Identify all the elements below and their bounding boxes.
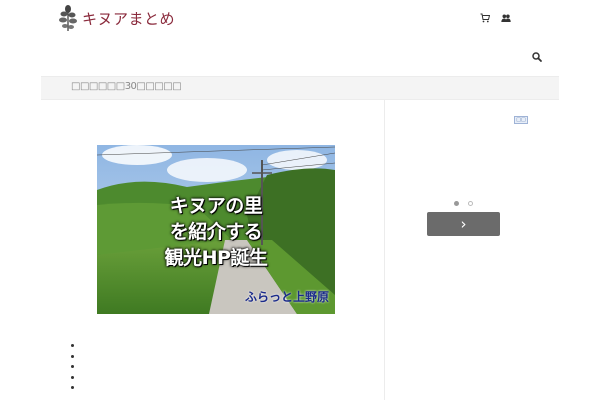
image-headline-line-2: を紹介する bbox=[169, 221, 263, 243]
users-icon[interactable] bbox=[501, 13, 511, 23]
article-featured-image[interactable]: キヌアの里 を紹介する 観光HP誕生 ふらっと上野原 bbox=[97, 145, 335, 314]
breadcrumb-text[interactable]: □□□□□□30□□□□□ bbox=[71, 81, 182, 92]
list-item bbox=[71, 386, 74, 389]
image-headline-line-1: キヌアの里 bbox=[169, 195, 263, 217]
article-list bbox=[71, 344, 74, 397]
breadcrumb: □□□□□□30□□□□□ bbox=[41, 76, 559, 100]
site-logo[interactable]: キヌアまとめ bbox=[58, 4, 175, 32]
slider-next-button[interactable]: › bbox=[427, 212, 500, 236]
list-item bbox=[71, 365, 74, 368]
quinoa-plant-icon bbox=[59, 5, 77, 31]
site-header: キヌアまとめ bbox=[0, 0, 600, 40]
list-item bbox=[71, 344, 74, 347]
slider-dots bbox=[454, 201, 473, 206]
slider-dot-1[interactable] bbox=[454, 201, 459, 206]
image-headline-line-3: 観光HP誕生 bbox=[164, 247, 268, 269]
image-signature: ふらっと上野原 bbox=[245, 290, 330, 304]
slider-dot-2[interactable] bbox=[468, 201, 473, 206]
ad-badge-label: □□ bbox=[516, 117, 526, 123]
cart-icon[interactable] bbox=[480, 13, 490, 23]
sidebar-divider bbox=[384, 100, 385, 400]
site-title: キヌアまとめ bbox=[82, 9, 176, 28]
ad-badge[interactable]: □□ bbox=[514, 116, 528, 124]
search-icon[interactable] bbox=[530, 50, 544, 64]
chevron-right-icon: › bbox=[460, 215, 467, 233]
list-item bbox=[71, 375, 74, 379]
list-item bbox=[71, 354, 74, 358]
